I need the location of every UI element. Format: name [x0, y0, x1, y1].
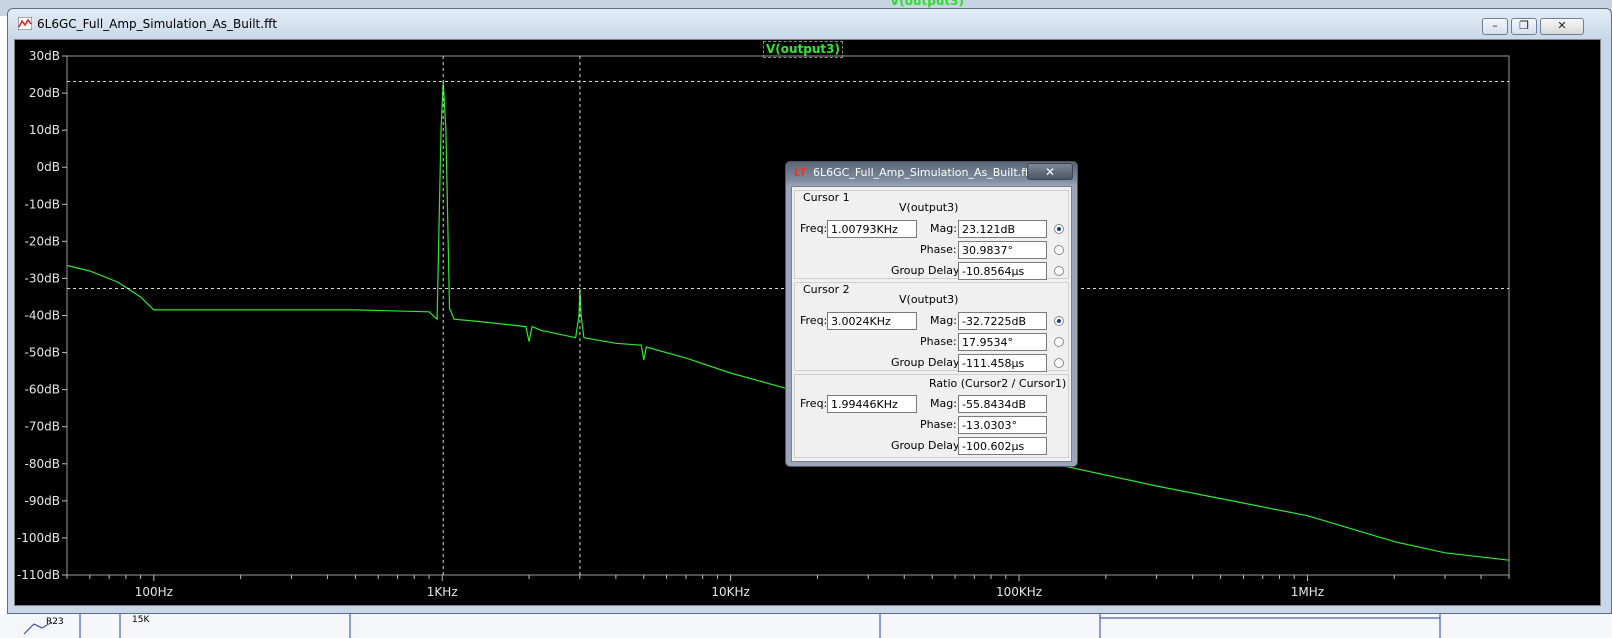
- restore-button[interactable]: ❐: [1511, 18, 1537, 35]
- cursor2-freq-label: Freq:: [800, 314, 828, 327]
- y-tick-label: 10dB: [29, 123, 60, 137]
- cursor1-mag-field[interactable]: 23.121dB: [958, 220, 1047, 238]
- y-tick-label: -20dB: [25, 234, 60, 248]
- cursor1-mag-radio[interactable]: [1054, 224, 1064, 234]
- x-tick-label: 100Hz: [135, 585, 173, 599]
- ratio-group: Ratio (Cursor2 / Cursor1) Freq: 1.99446K…: [794, 374, 1069, 458]
- schematic-fragment: [23, 614, 1441, 638]
- ratio-freq-label: Freq:: [800, 397, 828, 410]
- ratio-gd-label: Group Delay:: [891, 439, 963, 452]
- x-tick-label: 1KHz: [427, 585, 458, 599]
- schematic-label-15k: 15K: [132, 615, 150, 625]
- ratio-freq-field[interactable]: 1.99446KHz: [827, 395, 917, 413]
- y-tick-label: -80dB: [25, 457, 60, 471]
- cursor2-mag-field[interactable]: -32.7225dB: [958, 312, 1047, 330]
- y-tick-label: -60dB: [25, 383, 60, 397]
- cursor1-mag-label: Mag:: [930, 222, 957, 235]
- ratio-mag-field[interactable]: -55.8434dB: [958, 395, 1047, 413]
- cursor1-freq-label: Freq:: [800, 222, 828, 235]
- cursor-dialog: LT 6L6GC_Full_Amp_Simulation_As_Built.ff…: [785, 161, 1078, 467]
- cursor1-freq-field[interactable]: 1.00793KHz: [827, 220, 917, 238]
- cursor2-phase-field[interactable]: 17.9534°: [958, 333, 1047, 351]
- cursor1-gd-radio[interactable]: [1054, 266, 1064, 276]
- cursor2-mag-radio[interactable]: [1054, 316, 1064, 326]
- cursor-dialog-close-button[interactable]: ✕: [1027, 163, 1073, 180]
- x-tick-label: 100KHz: [996, 585, 1042, 599]
- window-title: 6L6GC_Full_Amp_Simulation_As_Built.fft: [37, 17, 278, 31]
- y-tick-label: -100dB: [17, 531, 60, 545]
- ratio-gd-field[interactable]: -100.602µs: [958, 437, 1047, 455]
- background-trace-label: V(output3): [890, 0, 964, 8]
- cursor-dialog-title: 6L6GC_Full_Amp_Simulation_As_Built.fft: [813, 166, 1034, 179]
- x-tick-label: 10KHz: [711, 585, 749, 599]
- cursor2-heading: Cursor 2: [803, 283, 850, 296]
- y-tick-label: 0dB: [37, 160, 60, 174]
- cursor2-trace: V(output3): [899, 293, 959, 306]
- y-tick-label: -110dB: [17, 568, 60, 582]
- y-tick-label: -90dB: [25, 494, 60, 508]
- cursor1-gd-field[interactable]: -10.8564µs: [958, 262, 1047, 280]
- cursor2-gd-radio[interactable]: [1054, 358, 1064, 368]
- y-tick-label: -30dB: [25, 271, 60, 285]
- cursor1-heading: Cursor 1: [803, 191, 850, 204]
- cursor2-freq-field[interactable]: 3.0024KHz: [827, 312, 917, 330]
- cursor1-phase-radio[interactable]: [1054, 245, 1064, 255]
- cursor-dialog-body: Cursor 1 V(output3) Freq: 1.00793KHz Mag…: [791, 186, 1072, 462]
- cursor1-phase-label: Phase:: [920, 243, 957, 256]
- cursor2-mag-label: Mag:: [930, 314, 957, 327]
- ratio-heading: Ratio (Cursor2 / Cursor1): [929, 377, 1067, 390]
- schematic-strip: R23 15K: [0, 614, 1612, 638]
- lt-app-icon: LT: [794, 166, 807, 179]
- cursor2-phase-radio[interactable]: [1054, 337, 1064, 347]
- cursor2-gd-field[interactable]: -111.458µs: [958, 354, 1047, 372]
- ratio-mag-label: Mag:: [930, 397, 957, 410]
- y-tick-label: -10dB: [25, 197, 60, 211]
- y-tick-label: -70dB: [25, 420, 60, 434]
- minimize-button[interactable]: –: [1482, 18, 1508, 35]
- y-tick-label: -40dB: [25, 309, 60, 323]
- cursor1-gd-label: Group Delay:: [891, 264, 963, 277]
- y-tick-label: -50dB: [25, 346, 60, 360]
- x-tick-label: 1MHz: [1291, 585, 1324, 599]
- y-tick-label: 30dB: [29, 49, 60, 63]
- y-tick-label: 20dB: [29, 86, 60, 100]
- cursor1-trace: V(output3): [899, 201, 959, 214]
- ratio-phase-label: Phase:: [920, 418, 957, 431]
- ratio-phase-field[interactable]: -13.0303°: [958, 416, 1047, 434]
- desktop-area: V(output3) 6L6GC_Full_Amp_Simulation_As_…: [0, 0, 1612, 638]
- cursor2-gd-label: Group Delay:: [891, 356, 963, 369]
- cursor2-phase-label: Phase:: [920, 335, 957, 348]
- cursor1-group: Cursor 1 V(output3) Freq: 1.00793KHz Mag…: [794, 190, 1069, 280]
- waveform-app-icon: [18, 17, 32, 30]
- cursor1-phase-field[interactable]: 30.9837°: [958, 241, 1047, 259]
- window-titlebar[interactable]: 6L6GC_Full_Amp_Simulation_As_Built.fft –…: [8, 9, 1611, 39]
- cursor2-group: Cursor 2 V(output3) Freq: 3.0024KHz Mag:…: [794, 282, 1069, 372]
- close-button[interactable]: ✕: [1540, 18, 1584, 35]
- schematic-label-r23: R23: [46, 617, 64, 627]
